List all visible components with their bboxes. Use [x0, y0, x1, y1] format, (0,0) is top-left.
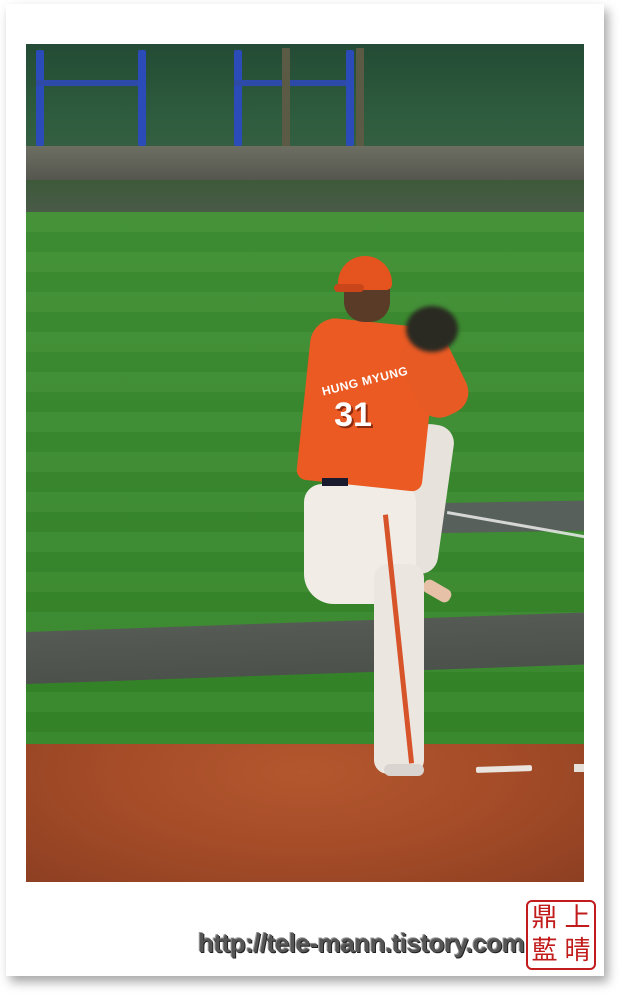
pitcher-head [344, 288, 390, 322]
watermark-url: http://tele-mann.tistory.com [198, 928, 525, 958]
pitcher-belt [322, 478, 348, 486]
seal-char: 晴 [564, 936, 591, 966]
cap-bill [334, 284, 364, 292]
pitcher-figure: HUNG MYUNG 31 [26, 44, 584, 882]
photo-card: HUNG MYUNG 31 http://tele-mann.tistory.c… [6, 4, 604, 976]
seal-char: 鼎 [531, 903, 558, 933]
pitcher-shoe [384, 764, 424, 776]
raised-shoe [420, 577, 454, 605]
seal-char: 上 [564, 903, 591, 933]
red-seal-stamp: 鼎 上 藍 晴 [526, 900, 596, 970]
baseball-photo: HUNG MYUNG 31 [26, 44, 584, 882]
baseball-glove [406, 306, 458, 352]
jersey-number: 31 [334, 396, 372, 434]
seal-char: 藍 [531, 936, 558, 966]
